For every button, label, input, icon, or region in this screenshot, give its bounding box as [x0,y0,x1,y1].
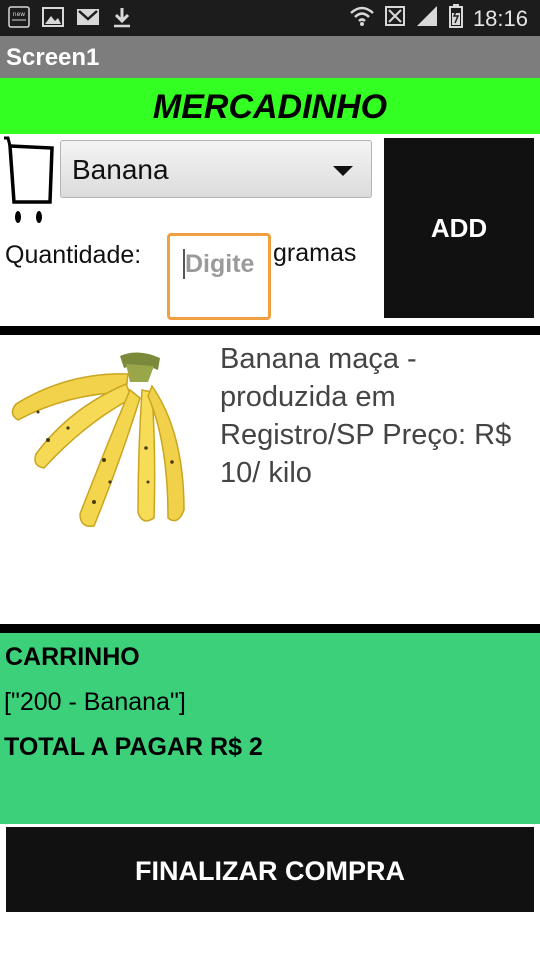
battery-icon [448,4,463,33]
chevron-down-icon [333,166,353,176]
sim-icon [384,5,405,32]
wifi-icon [349,5,375,32]
svg-text:new: new [13,11,25,18]
store-title: MERCADINHO [152,88,388,126]
news-app-icon: new [8,6,30,33]
download-icon [112,6,132,33]
quantity-input[interactable]: Digite [167,233,271,320]
divider [0,326,540,335]
banana-image [8,342,198,532]
product-description: Banana maça - produzida em Registro/SP P… [220,343,512,489]
cart-panel: CARRINHO ["200 - Banana"] TOTAL A PAGAR … [0,633,540,824]
product-select-value: Banana [72,154,169,185]
app-title-bar: Screen1 [0,36,540,78]
cart-items: ["200 - Banana"] [4,688,186,716]
cart-title: CARRINHO [5,643,140,671]
image-icon [42,7,64,32]
unit-label: gramas [273,239,357,267]
app-title: Screen1 [6,44,100,71]
cart-total: TOTAL A PAGAR R$ 2 [4,733,263,761]
finalize-purchase-button[interactable]: FINALIZAR COMPRA [6,827,534,912]
status-bar: new 18:16 [0,0,540,36]
gmail-icon [76,8,100,31]
divider [0,624,540,633]
quantity-placeholder: Digite [185,250,255,278]
signal-icon [415,5,439,32]
shopping-cart-icon [2,136,56,230]
quantity-label: Quantidade: [5,241,142,269]
status-time: 18:16 [472,5,528,31]
store-header: MERCADINHO [0,78,540,134]
add-button[interactable]: ADD [384,138,534,318]
product-select[interactable]: Banana [60,140,372,198]
